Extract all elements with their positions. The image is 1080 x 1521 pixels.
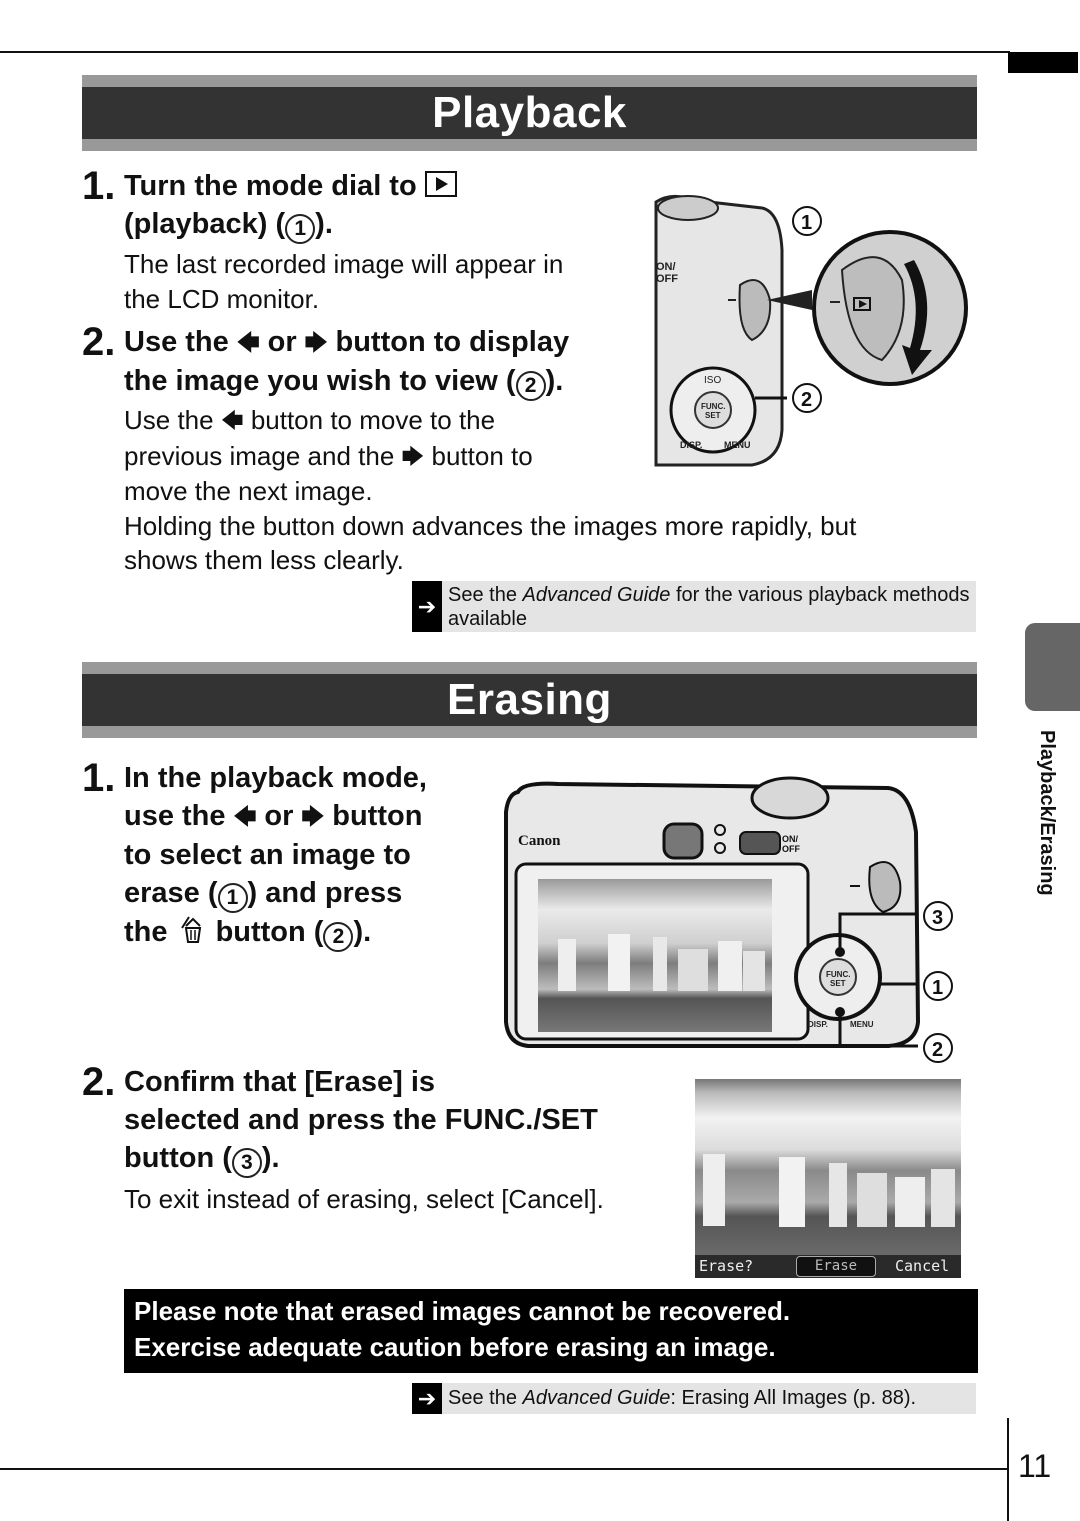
- right-arrow-icon: 🡆: [301, 804, 325, 829]
- playback-mode-icon: [424, 171, 457, 197]
- callout-1-icon: 1: [217, 883, 248, 913]
- playback-section-header: Playback: [82, 75, 977, 151]
- svg-text:FUNC.: FUNC.: [826, 970, 850, 979]
- svg-text:OFF: OFF: [656, 273, 678, 285]
- playback-title: Playback: [82, 87, 977, 139]
- left-arrow-icon: 🡄: [233, 804, 257, 829]
- svg-text:ON/: ON/: [656, 261, 676, 273]
- svg-text:DISP.: DISP.: [680, 440, 702, 450]
- svg-text:SET: SET: [705, 411, 721, 420]
- playback-step1-title: Turn the mode dial to (playback) (1).: [124, 167, 644, 244]
- footer-rule: [0, 1468, 1008, 1470]
- header-tab-marker: [1008, 52, 1078, 73]
- erasing-title: Erasing: [82, 674, 977, 726]
- chapter-thumb-tab: [1025, 623, 1080, 711]
- playback-step2: 2.: [82, 322, 115, 362]
- svg-text:2: 2: [801, 389, 812, 411]
- erase-confirm-screen: Erase? Erase Cancel: [695, 1079, 961, 1278]
- header-rule: [0, 51, 1010, 53]
- erasing-step2-title: Confirm that [Erase] is selected and pre…: [124, 1063, 684, 1178]
- svg-text:MENU: MENU: [724, 440, 751, 450]
- step-number: 1.: [82, 164, 116, 208]
- callout-2-icon: 2: [515, 371, 546, 401]
- erasing-step2-body: To exit instead of erasing, select [Canc…: [124, 1184, 604, 1214]
- svg-text:1: 1: [801, 212, 812, 234]
- erase-warning-box: Please note that erased images cannot be…: [124, 1289, 978, 1373]
- svg-text:OFF: OFF: [782, 844, 800, 854]
- callout-2-icon: 2: [323, 922, 354, 952]
- right-arrow-icon: 🡆: [401, 443, 425, 469]
- playback-step1: 1.: [82, 166, 115, 206]
- erasing-reference-note: ➔ See the Advanced Guide: Erasing All Im…: [412, 1383, 976, 1414]
- playback-step1-body: The last recorded image will appear in t…: [124, 249, 564, 314]
- svg-text:DISP.: DISP.: [808, 1020, 828, 1029]
- left-arrow-icon: 🡄: [220, 408, 244, 433]
- callout-1-icon: 1: [285, 214, 316, 244]
- erasing-camera-figure: Canon ON/ OFF FUNC. SET DISP. MENU 3 1 2: [498, 772, 978, 1067]
- playback-reference-note: ➔ See the Advanced Guide for the various…: [412, 581, 976, 632]
- erase-prompt: Erase?: [699, 1257, 754, 1275]
- svg-text:3: 3: [932, 907, 943, 929]
- cancel-option-button[interactable]: Cancel: [895, 1257, 949, 1275]
- page-number: 11: [1018, 1448, 1052, 1484]
- camera-mode-dial-illustration: ON/ OFF ISO FUNC. SET DISP. MENU 1 2: [654, 195, 968, 467]
- playback-camera-figure: ON/ OFF ISO FUNC. SET DISP. MENU 1 2: [652, 190, 977, 470]
- svg-text:Canon: Canon: [518, 833, 561, 849]
- svg-text:ON/: ON/: [782, 834, 799, 844]
- svg-text:2: 2: [932, 1039, 943, 1061]
- svg-text:ISO: ISO: [704, 375, 721, 386]
- right-arrow-icon: 🡆: [304, 330, 328, 355]
- svg-text:1: 1: [932, 977, 943, 999]
- svg-text:MENU: MENU: [850, 1020, 874, 1029]
- step-number: 2.: [82, 320, 116, 364]
- callout-3-icon: 3: [231, 1148, 262, 1178]
- erasing-step2: 2.: [82, 1062, 115, 1102]
- reference-arrow-icon: ➔: [412, 1383, 442, 1414]
- step-number: 2.: [82, 1060, 116, 1104]
- left-arrow-icon: 🡄: [236, 330, 260, 355]
- svg-text:SET: SET: [830, 979, 846, 988]
- step-number: 1.: [82, 756, 116, 800]
- footer-vertical-rule: [1007, 1418, 1009, 1521]
- erase-option-button[interactable]: Erase: [796, 1256, 876, 1277]
- chapter-side-label: Playback/Erasing: [1036, 730, 1058, 896]
- reference-arrow-icon: ➔: [412, 581, 442, 632]
- advanced-guide-link[interactable]: Advanced Guide: [523, 584, 671, 606]
- erasing-step1-title: In the playback mode, use the 🡄 or 🡆 but…: [124, 759, 494, 952]
- erasing-section-header: Erasing: [82, 662, 977, 738]
- trash-erase-icon: [180, 916, 201, 943]
- svg-text:FUNC.: FUNC.: [701, 402, 725, 411]
- erasing-step1: 1.: [82, 758, 115, 798]
- erase-preview-photo: [695, 1079, 961, 1255]
- advanced-guide-link[interactable]: Advanced Guide: [523, 1387, 671, 1409]
- playback-step2-title: Use the 🡄 or 🡆 button to display the ima…: [124, 323, 644, 401]
- erase-confirm-bar: Erase? Erase Cancel: [695, 1255, 961, 1278]
- lcd-skyline-photo: [538, 879, 772, 1032]
